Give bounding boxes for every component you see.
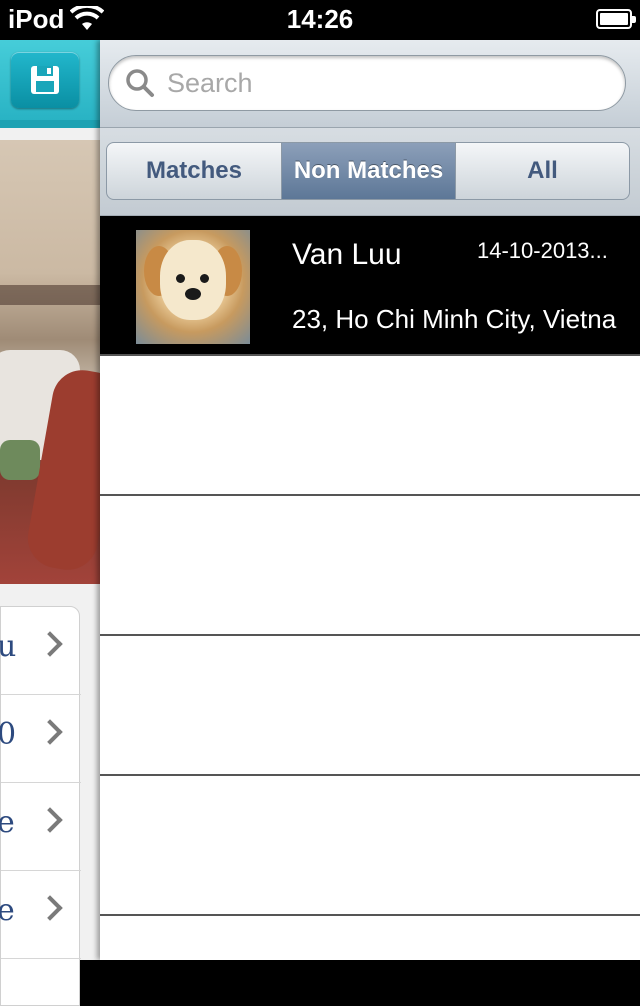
result-detail: 23, Ho Chi Minh City, Vietna [292, 304, 617, 334]
search-bar: Search [100, 40, 640, 128]
save-button[interactable] [11, 52, 79, 108]
side-menu-header [0, 40, 100, 120]
side-menu-panel: u 0 e e [0, 40, 100, 1006]
list-item[interactable]: Van Luu 14-10-2013... 23, Ho Chi Minh Ci… [100, 216, 640, 356]
status-bar: iPod 14:26 [0, 0, 640, 40]
search-icon [126, 69, 154, 97]
result-date: 14-10-2013... [477, 238, 608, 263]
chevron-right-icon [37, 895, 63, 921]
side-menu-item[interactable]: 0 [0, 695, 81, 783]
segment-non-matches[interactable]: Non Matches [281, 143, 455, 199]
result-name: Van Luu [292, 238, 402, 271]
side-menu-item[interactable]: e [0, 871, 81, 959]
chevron-right-icon [37, 631, 63, 657]
empty-row [100, 496, 640, 636]
empty-row [100, 356, 640, 496]
side-menu-item-label: u [0, 629, 17, 664]
filter-bar: Matches Non Matches All [100, 128, 640, 216]
side-menu-list: u 0 e e [0, 606, 81, 1006]
clock: 14:26 [286, 4, 354, 34]
chevron-right-icon [37, 807, 63, 833]
segment-all[interactable]: All [455, 143, 629, 199]
search-input[interactable]: Search [108, 55, 626, 111]
search-panel: Search Matches Non Matches All Van Luu 1… [100, 40, 640, 960]
chevron-right-icon [37, 719, 63, 745]
search-placeholder: Search [167, 68, 253, 98]
profile-photo [0, 140, 100, 584]
avatar [136, 230, 250, 344]
empty-row [100, 636, 640, 776]
empty-row [100, 776, 640, 916]
battery-icon [596, 9, 636, 29]
side-menu-item[interactable]: u [0, 607, 81, 695]
side-menu-item-label: e [0, 893, 15, 928]
side-menu-item-label: 0 [0, 717, 17, 752]
filter-segmented-control: Matches Non Matches All [106, 142, 630, 200]
side-menu-item[interactable]: e [0, 783, 81, 871]
segment-matches[interactable]: Matches [107, 143, 281, 199]
header-divider [0, 120, 100, 128]
floppy-disk-icon [31, 66, 59, 94]
side-menu-item-label: e [0, 805, 15, 840]
